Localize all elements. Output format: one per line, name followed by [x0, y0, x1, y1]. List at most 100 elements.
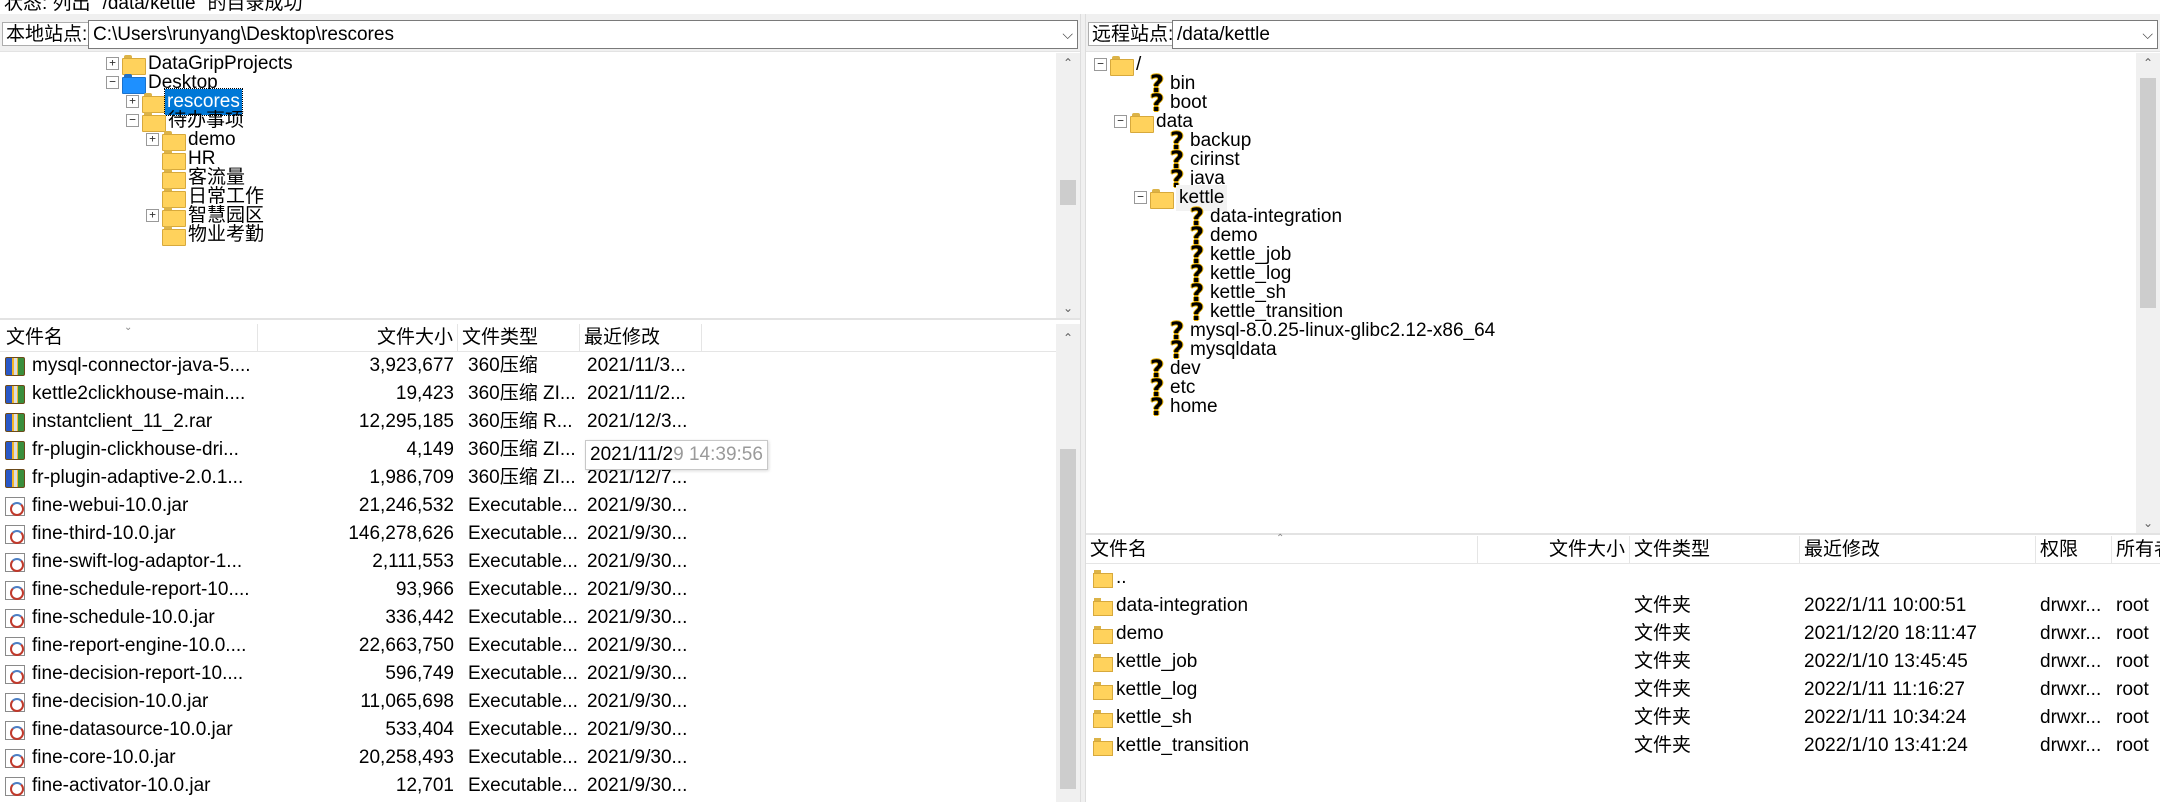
scrollbar-thumb[interactable]	[1060, 180, 1076, 205]
file-row[interactable]: kettle_log 文件夹 2022/1/11 11:16:27 drwxr... r…	[1086, 676, 2160, 704]
scroll-up-icon[interactable]: ⌃	[2136, 53, 2160, 73]
local-path-bar: 本地站点: C:\Users\runyang\Desktop\rescores …	[0, 14, 1080, 52]
scrollbar-thumb[interactable]	[1060, 449, 1076, 789]
expand-icon[interactable]: +	[106, 57, 119, 70]
file-type: 360压缩	[468, 355, 538, 376]
local-file-list[interactable]: mysql-connector-java-5.... 3,923,677 360压缩…	[0, 352, 1056, 802]
file-modified: 2021/9/30...	[587, 719, 688, 740]
remote-tree-scrollbar[interactable]: ⌃ ⌄	[2136, 53, 2160, 533]
local-tree-scrollbar[interactable]: ⌃ ⌄	[1056, 53, 1080, 318]
col-filesize[interactable]: 文件大小	[1478, 536, 1630, 564]
file-type: Executable...	[468, 551, 578, 572]
file-modified: 2022/1/11 11:16:27	[1804, 679, 1965, 700]
file-row[interactable]: fr-plugin-adaptive-2.0.1... 1,986,709 360压…	[0, 464, 1056, 492]
tree-node[interactable]: ? home	[1086, 394, 2126, 420]
local-list-scrollbar[interactable]: ⌃	[1056, 324, 1080, 802]
file-modified: 2022/1/10 13:45:45	[1804, 651, 1968, 672]
scroll-down-icon[interactable]: ⌄	[1056, 298, 1080, 318]
file-size: 20,258,493	[358, 747, 454, 768]
col-filetype[interactable]: 文件类型	[1630, 536, 1800, 564]
file-name: fine-schedule-10.0.jar	[32, 607, 215, 628]
collapse-icon[interactable]: −	[1094, 58, 1107, 71]
local-tree[interactable]: ⌃ ⌄ + DataGripProjects − Desktop + rescores − 待…	[0, 53, 1080, 320]
file-row[interactable]: fine-swift-log-adaptor-1... 2,111,553 Exec…	[0, 548, 1056, 576]
jar-file-icon	[5, 749, 25, 768]
folder-icon	[162, 226, 186, 246]
col-permissions[interactable]: 权限	[2036, 536, 2112, 564]
chevron-down-icon[interactable]: ⌵	[2142, 21, 2153, 48]
file-owner: root	[2116, 679, 2149, 700]
file-type: Executable...	[468, 579, 578, 600]
file-name: fine-activator-10.0.jar	[32, 775, 211, 796]
file-row[interactable]: fine-schedule-report-10.... 93,966 Executa…	[0, 576, 1056, 604]
file-type: 360压缩 ZI...	[468, 439, 576, 460]
file-name: kettle_sh	[1116, 707, 1193, 728]
tree-node[interactable]: 物业考勤	[0, 222, 1050, 248]
file-modified: 2021/9/30...	[587, 747, 688, 768]
expand-icon[interactable]: +	[126, 95, 139, 108]
collapse-icon[interactable]: −	[106, 76, 119, 89]
file-row[interactable]: fine-datasource-10.0.jar 533,404 Executabl…	[0, 716, 1056, 744]
jar-file-icon	[5, 553, 25, 572]
file-row[interactable]: fine-webui-10.0.jar 21,246,532 Executable.…	[0, 492, 1056, 520]
file-size: 336,442	[385, 607, 454, 628]
file-row[interactable]: fine-decision-10.0.jar 11,065,698 Executab…	[0, 688, 1056, 716]
file-type: Executable...	[468, 719, 578, 740]
file-row[interactable]: fine-activator-10.0.jar 12,701 Executable.…	[0, 772, 1056, 800]
scroll-up-icon[interactable]: ⌃	[1056, 53, 1080, 73]
file-size: 3,923,677	[369, 355, 454, 376]
file-name: fine-swift-log-adaptor-1...	[32, 551, 243, 572]
file-row[interactable]: fine-decision-report-10.... 596,749 Execut…	[0, 660, 1056, 688]
file-row[interactable]: kettle_sh 文件夹 2022/1/11 10:34:24 drwxr... ro…	[1086, 704, 2160, 732]
file-name: mysql-connector-java-5....	[32, 355, 251, 376]
file-name: fine-webui-10.0.jar	[32, 495, 189, 516]
collapse-icon[interactable]: −	[1114, 115, 1127, 128]
file-row[interactable]: fine-core-10.0.jar 20,258,493 Executable..…	[0, 744, 1056, 772]
remote-tree[interactable]: ⌃ ⌄ − /? bin? boot − data? backup? cirinst? java…	[1086, 53, 2160, 535]
file-modified: 2021/12/3...	[587, 411, 688, 432]
file-row[interactable]: kettle_transition 文件夹 2022/1/10 13:41:24 dr…	[1086, 732, 2160, 760]
col-modified[interactable]: 最近修改	[580, 324, 702, 352]
jar-file-icon	[5, 609, 25, 628]
file-row[interactable]: demo 文件夹 2021/12/20 18:11:47 drwxr... root	[1086, 620, 2160, 648]
jar-file-icon	[5, 637, 25, 656]
folder-icon	[1093, 738, 1113, 756]
file-row[interactable]: fine-report-engine-10.0.... 22,663,750 Exe…	[0, 632, 1056, 660]
file-permissions: drwxr...	[2040, 707, 2102, 728]
scrollbar-thumb[interactable]	[2140, 78, 2156, 308]
remote-path-input[interactable]: /data/kettle ⌵	[1172, 20, 2158, 49]
col-filesize[interactable]: 文件大小	[258, 324, 458, 352]
collapse-icon[interactable]: −	[1134, 191, 1147, 204]
file-type: Executable...	[468, 775, 578, 796]
file-row[interactable]: fr-plugin-clickhouse-dri... 4,149 360压缩 ZI…	[0, 436, 1056, 464]
remote-pane: 远程站点: /data/kettle ⌵ ⌃ ⌄ − /? bin? boot − dat…	[1086, 14, 2160, 802]
file-row[interactable]: fine-third-10.0.jar 146,278,626 Executable…	[0, 520, 1056, 548]
col-owner[interactable]: 所有者	[2112, 536, 2160, 564]
folder-icon	[1093, 570, 1113, 588]
file-owner: root	[2116, 595, 2149, 616]
file-owner: root	[2116, 651, 2149, 672]
col-filetype[interactable]: 文件类型	[458, 324, 580, 352]
col-modified[interactable]: 最近修改	[1800, 536, 2036, 564]
file-modified: 2021/12/20 18:11:47	[1804, 623, 1977, 644]
folder-icon	[1093, 598, 1113, 616]
file-row[interactable]: kettle_job 文件夹 2022/1/10 13:45:45 drwxr... r…	[1086, 648, 2160, 676]
file-modified: 2021/11/2...	[587, 383, 686, 404]
scroll-down-icon[interactable]: ⌄	[2136, 513, 2160, 533]
file-row[interactable]: mysql-connector-java-5.... 3,923,677 360压缩…	[0, 352, 1056, 380]
file-type: 文件夹	[1634, 735, 1692, 756]
local-path-input[interactable]: C:\Users\runyang\Desktop\rescores ⌵	[88, 20, 1078, 49]
chevron-down-icon[interactable]: ⌵	[1062, 21, 1073, 48]
file-row[interactable]: kettle2clickhouse-main.... 19,423 360压缩 ZI…	[0, 380, 1056, 408]
expand-icon[interactable]: +	[146, 209, 159, 222]
collapse-icon[interactable]: −	[126, 114, 139, 127]
file-row[interactable]: data-integration 文件夹 2022/1/11 10:00:51 drw…	[1086, 592, 2160, 620]
col-filename[interactable]: 文件名	[2, 324, 258, 352]
file-row[interactable]: ..	[1086, 564, 2160, 592]
col-filename[interactable]: 文件名	[1086, 536, 1478, 564]
file-row[interactable]: fine-schedule-10.0.jar 336,442 Executable.…	[0, 604, 1056, 632]
file-row[interactable]: instantclient_11_2.rar 12,295,185 360压缩 R.…	[0, 408, 1056, 436]
scroll-up-icon[interactable]: ⌃	[1056, 328, 1080, 348]
expand-icon[interactable]: +	[146, 133, 159, 146]
remote-file-list[interactable]: .. data-integration 文件夹 2022/1/11 10:00:51 d…	[1086, 564, 2160, 802]
